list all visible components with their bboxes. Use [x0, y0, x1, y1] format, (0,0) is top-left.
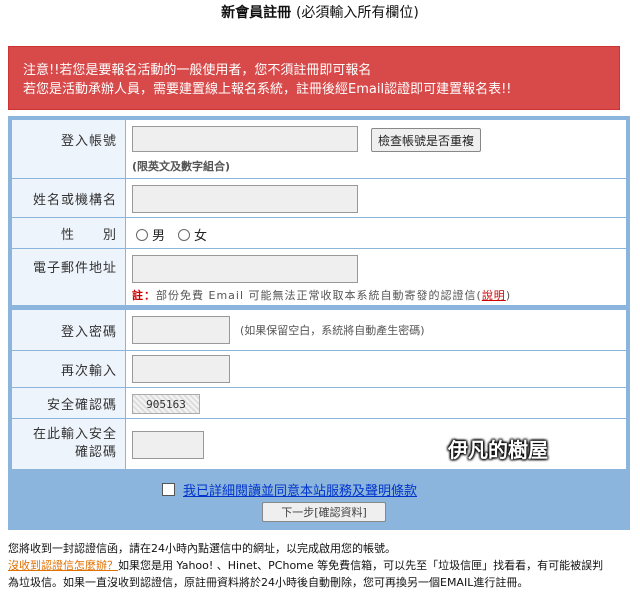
alert-line-1: 注意!!若您是要報名活動的一般使用者，您不須註冊即可報名 — [23, 63, 372, 78]
agree-checkbox-row[interactable]: 我已詳細閱讀並同意本站服務及聲明條款 — [162, 480, 417, 499]
email-note-prefix: 註： — [132, 289, 156, 302]
alert-line-2: 若您是活動承辦人員，需要建置線上報名系統，註冊後經Email認證即可建置報名表!… — [23, 82, 512, 97]
row-gender: 性 別 男 女 — [12, 218, 626, 248]
page-title: 新會員註冊 (必須輸入所有欄位) — [0, 2, 640, 22]
password-hint: (如果保留空白，系統將自動產生密碼) — [240, 324, 425, 337]
account-label: 登入帳號 — [12, 120, 126, 178]
name-input[interactable] — [132, 185, 358, 213]
gender-option-female[interactable]: 女 — [178, 225, 207, 244]
password-confirm-input[interactable] — [132, 355, 230, 383]
male-radio[interactable] — [136, 228, 148, 241]
captcha-input-label-line2: 確認碼 — [74, 445, 117, 460]
row-password: 登入密碼 (如果保留空白，系統將自動產生密碼) — [12, 310, 626, 350]
watermark-text: 伊凡的樹屋 — [448, 438, 548, 462]
row-account: 登入帳號 檢查帳號是否重複 (限英文及數字組合) — [12, 120, 626, 178]
footer-notes: 您將收到一封認證信函，請在24小時內點選信中的網址，以完成啟用您的帳號。 沒收到… — [8, 540, 632, 591]
row-password-confirm: 再次輸入 — [12, 351, 626, 387]
male-label: 男 — [152, 229, 166, 244]
captcha-input[interactable] — [132, 431, 204, 459]
no-email-link[interactable]: 沒收到認證信怎麼辦？ — [8, 559, 118, 572]
account-input[interactable] — [132, 126, 358, 152]
agree-section: 我已詳細閱讀並同意本站服務及聲明條款 下一步[確認資料] — [12, 470, 626, 526]
page-title-main: 新會員註冊 — [221, 5, 292, 21]
page-title-subtitle: (必須輸入所有欄位) — [295, 5, 419, 21]
email-note-link[interactable]: 說明 — [482, 289, 506, 302]
email-note-text: 部份免費 Email 可能無法正常收取本系統自動寄發的認證信( — [156, 289, 482, 302]
next-step-button[interactable]: 下一步[確認資料] — [262, 502, 386, 522]
agree-checkbox[interactable] — [162, 483, 175, 496]
row-email: 電子郵件地址 註：部份免費 Email 可能無法正常收取本系統自動寄發的認證信(… — [12, 249, 626, 305]
footer-line-2: 沒收到認證信怎麼辦？如果您是用 Yahoo! 、Hinet、PChome 等免費… — [8, 557, 632, 574]
password-confirm-label: 再次輸入 — [12, 351, 126, 387]
female-radio[interactable] — [178, 228, 190, 241]
captcha-image: 905163 — [132, 394, 200, 414]
password-input[interactable] — [132, 316, 230, 344]
name-label: 姓名或機構名 — [12, 179, 126, 217]
email-note-suffix: ) — [505, 289, 512, 302]
email-input[interactable] — [132, 255, 358, 283]
agree-terms-link[interactable]: 我已詳細閱讀並同意本站服務及聲明條款 — [183, 480, 417, 499]
captcha-label: 安全確認碼 — [12, 388, 126, 418]
gender-label: 性 別 — [12, 218, 126, 248]
email-label: 電子郵件地址 — [12, 249, 126, 305]
row-name: 姓名或機構名 — [12, 179, 626, 217]
gender-option-male[interactable]: 男 — [136, 225, 165, 244]
footer-line-1: 您將收到一封認證信函，請在24小時內點選信中的網址，以完成啟用您的帳號。 — [8, 542, 396, 555]
check-account-button[interactable]: 檢查帳號是否重複 — [371, 128, 481, 152]
female-label: 女 — [194, 229, 208, 244]
account-hint: (限英文及數字組合) — [132, 160, 231, 173]
notice-alert: 注意!!若您是要報名活動的一般使用者，您不須註冊即可報名 若您是活動承辦人員，需… — [8, 46, 620, 110]
footer-line-2-text: 如果您是用 Yahoo! 、Hinet、PChome 等免費信箱，可以先至「垃圾… — [118, 559, 604, 572]
email-note: 註：部份免費 Email 可能無法正常收取本系統自動寄發的認證信(說明) — [132, 287, 511, 303]
registration-form: 登入帳號 檢查帳號是否重複 (限英文及數字組合) 姓名或機構名 性 別 男 女 … — [8, 116, 630, 530]
captcha-input-label: 在此輸入安全 確認碼 — [12, 419, 126, 469]
row-captcha: 安全確認碼 905163 — [12, 388, 626, 418]
password-label: 登入密碼 — [12, 310, 126, 350]
footer-line-3: 為垃圾信。如果一直沒收到認證信，原註冊資料將於24小時後自動刪除，您可再換另一個… — [8, 576, 529, 589]
captcha-input-label-line1: 在此輸入安全 — [32, 427, 117, 442]
